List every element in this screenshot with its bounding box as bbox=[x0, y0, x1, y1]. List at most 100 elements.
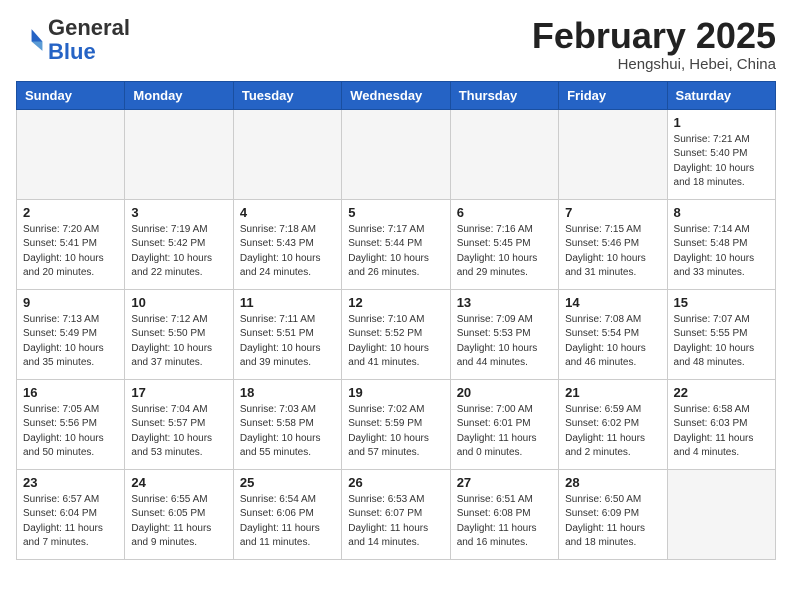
day-info: Sunrise: 7:00 AMSunset: 6:01 PMDaylight:… bbox=[457, 403, 552, 461]
month-title: February 2025 bbox=[532, 16, 776, 56]
day-number: 10 bbox=[131, 295, 226, 310]
day-info: Sunrise: 7:17 AMSunset: 5:44 PMDaylight:… bbox=[348, 223, 443, 281]
day-number: 13 bbox=[457, 295, 552, 310]
week-row-1: 1 Sunrise: 7:21 AMSunset: 5:40 PMDaylight… bbox=[17, 109, 776, 199]
day-info: Sunrise: 7:10 AMSunset: 5:52 PMDaylight:… bbox=[348, 313, 443, 371]
calendar-cell: 20 Sunrise: 7:00 AMSunset: 6:01 PMDayligh… bbox=[450, 379, 558, 469]
weekday-header-sunday: Sunday bbox=[17, 81, 125, 109]
day-info: Sunrise: 7:05 AMSunset: 5:56 PMDaylight:… bbox=[23, 403, 118, 461]
day-number: 14 bbox=[565, 295, 660, 310]
day-info: Sunrise: 7:16 AMSunset: 5:45 PMDaylight:… bbox=[457, 223, 552, 281]
calendar-cell: 13 Sunrise: 7:09 AMSunset: 5:53 PMDayligh… bbox=[450, 289, 558, 379]
day-info: Sunrise: 6:57 AMSunset: 6:04 PMDaylight:… bbox=[23, 493, 118, 551]
week-row-4: 16 Sunrise: 7:05 AMSunset: 5:56 PMDayligh… bbox=[17, 379, 776, 469]
day-number: 19 bbox=[348, 385, 443, 400]
day-number: 8 bbox=[674, 205, 769, 220]
calendar-cell bbox=[667, 469, 775, 559]
day-number: 23 bbox=[23, 475, 118, 490]
header: General Blue February 2025 Hengshui, Heb… bbox=[16, 16, 776, 73]
calendar-cell: 15 Sunrise: 7:07 AMSunset: 5:55 PMDayligh… bbox=[667, 289, 775, 379]
day-info: Sunrise: 7:02 AMSunset: 5:59 PMDaylight:… bbox=[348, 403, 443, 461]
calendar-cell: 9 Sunrise: 7:13 AMSunset: 5:49 PMDaylight… bbox=[17, 289, 125, 379]
calendar-table: SundayMondayTuesdayWednesdayThursdayFrid… bbox=[16, 81, 776, 560]
calendar-cell: 8 Sunrise: 7:14 AMSunset: 5:48 PMDaylight… bbox=[667, 199, 775, 289]
day-number: 2 bbox=[23, 205, 118, 220]
title-area: February 2025 Hengshui, Hebei, China bbox=[532, 16, 776, 73]
day-number: 7 bbox=[565, 205, 660, 220]
day-number: 25 bbox=[240, 475, 335, 490]
calendar-cell bbox=[450, 109, 558, 199]
logo-text: General Blue bbox=[48, 16, 130, 64]
day-number: 5 bbox=[348, 205, 443, 220]
day-info: Sunrise: 7:09 AMSunset: 5:53 PMDaylight:… bbox=[457, 313, 552, 371]
day-info: Sunrise: 7:13 AMSunset: 5:49 PMDaylight:… bbox=[23, 313, 118, 371]
day-number: 24 bbox=[131, 475, 226, 490]
calendar-cell: 22 Sunrise: 6:58 AMSunset: 6:03 PMDayligh… bbox=[667, 379, 775, 469]
day-number: 9 bbox=[23, 295, 118, 310]
location-subtitle: Hengshui, Hebei, China bbox=[532, 56, 776, 73]
calendar-cell: 21 Sunrise: 6:59 AMSunset: 6:02 PMDayligh… bbox=[559, 379, 667, 469]
day-info: Sunrise: 7:03 AMSunset: 5:58 PMDaylight:… bbox=[240, 403, 335, 461]
day-info: Sunrise: 7:14 AMSunset: 5:48 PMDaylight:… bbox=[674, 223, 769, 281]
weekday-header-tuesday: Tuesday bbox=[233, 81, 341, 109]
day-info: Sunrise: 6:50 AMSunset: 6:09 PMDaylight:… bbox=[565, 493, 660, 551]
day-info: Sunrise: 6:58 AMSunset: 6:03 PMDaylight:… bbox=[674, 403, 769, 461]
weekday-header-wednesday: Wednesday bbox=[342, 81, 450, 109]
calendar-cell: 16 Sunrise: 7:05 AMSunset: 5:56 PMDayligh… bbox=[17, 379, 125, 469]
day-info: Sunrise: 7:20 AMSunset: 5:41 PMDaylight:… bbox=[23, 223, 118, 281]
calendar-cell: 3Sunrise: 7:19 AMSunset: 5:42 PMDaylight… bbox=[125, 199, 233, 289]
day-number: 18 bbox=[240, 385, 335, 400]
day-number: 15 bbox=[674, 295, 769, 310]
calendar-cell: 19 Sunrise: 7:02 AMSunset: 5:59 PMDayligh… bbox=[342, 379, 450, 469]
calendar-cell: 7 Sunrise: 7:15 AMSunset: 5:46 PMDaylight… bbox=[559, 199, 667, 289]
day-number: 12 bbox=[348, 295, 443, 310]
day-info: Sunrise: 7:21 AMSunset: 5:40 PMDaylight:… bbox=[674, 133, 769, 191]
day-number: 4 bbox=[240, 205, 335, 220]
day-info: Sunrise: 7:15 AMSunset: 5:46 PMDaylight:… bbox=[565, 223, 660, 281]
day-number: 3 bbox=[131, 205, 226, 220]
day-info: Sunrise: 7:07 AMSunset: 5:55 PMDaylight:… bbox=[674, 313, 769, 371]
day-info: Sunrise: 7:08 AMSunset: 5:54 PMDaylight:… bbox=[565, 313, 660, 371]
calendar-cell: 18 Sunrise: 7:03 AMSunset: 5:58 PMDayligh… bbox=[233, 379, 341, 469]
weekday-header-saturday: Saturday bbox=[667, 81, 775, 109]
calendar-cell: 5 Sunrise: 7:17 AMSunset: 5:44 PMDaylight… bbox=[342, 199, 450, 289]
day-info: Sunrise: 7:18 AMSunset: 5:43 PMDaylight:… bbox=[240, 223, 335, 281]
calendar-cell bbox=[233, 109, 341, 199]
day-number: 1 bbox=[674, 115, 769, 130]
calendar-cell: 2 Sunrise: 7:20 AMSunset: 5:41 PMDaylight… bbox=[17, 199, 125, 289]
day-number: 16 bbox=[23, 385, 118, 400]
day-info: Sunrise: 6:54 AMSunset: 6:06 PMDaylight:… bbox=[240, 493, 335, 551]
day-info: Sunrise: 6:51 AMSunset: 6:08 PMDaylight:… bbox=[457, 493, 552, 551]
calendar-cell: 26Sunrise: 6:53 AMSunset: 6:07 PMDayligh… bbox=[342, 469, 450, 559]
calendar-cell: 25 Sunrise: 6:54 AMSunset: 6:06 PMDayligh… bbox=[233, 469, 341, 559]
week-row-5: 23 Sunrise: 6:57 AMSunset: 6:04 PMDayligh… bbox=[17, 469, 776, 559]
weekday-header-row: SundayMondayTuesdayWednesdayThursdayFrid… bbox=[17, 81, 776, 109]
day-number: 22 bbox=[674, 385, 769, 400]
day-info: Sunrise: 7:11 AMSunset: 5:51 PMDaylight:… bbox=[240, 313, 335, 371]
weekday-header-thursday: Thursday bbox=[450, 81, 558, 109]
day-number: 20 bbox=[457, 385, 552, 400]
calendar-cell: 27 Sunrise: 6:51 AMSunset: 6:08 PMDayligh… bbox=[450, 469, 558, 559]
calendar-cell: 4 Sunrise: 7:18 AMSunset: 5:43 PMDaylight… bbox=[233, 199, 341, 289]
day-info: Sunrise: 6:59 AMSunset: 6:02 PMDaylight:… bbox=[565, 403, 660, 461]
calendar-cell: 12 Sunrise: 7:10 AMSunset: 5:52 PMDayligh… bbox=[342, 289, 450, 379]
calendar-cell: 23 Sunrise: 6:57 AMSunset: 6:04 PMDayligh… bbox=[17, 469, 125, 559]
day-number: 27 bbox=[457, 475, 552, 490]
logo: General Blue bbox=[16, 16, 130, 64]
calendar-cell: 10 Sunrise: 7:12 AMSunset: 5:50 PMDayligh… bbox=[125, 289, 233, 379]
day-info: Sunrise: 7:12 AMSunset: 5:50 PMDaylight:… bbox=[131, 313, 226, 371]
week-row-2: 2 Sunrise: 7:20 AMSunset: 5:41 PMDaylight… bbox=[17, 199, 776, 289]
calendar-cell bbox=[342, 109, 450, 199]
calendar-cell bbox=[559, 109, 667, 199]
day-number: 6 bbox=[457, 205, 552, 220]
day-number: 21 bbox=[565, 385, 660, 400]
calendar-cell: 1 Sunrise: 7:21 AMSunset: 5:40 PMDaylight… bbox=[667, 109, 775, 199]
week-row-3: 9 Sunrise: 7:13 AMSunset: 5:49 PMDaylight… bbox=[17, 289, 776, 379]
calendar-cell: 14 Sunrise: 7:08 AMSunset: 5:54 PMDayligh… bbox=[559, 289, 667, 379]
logo-general: General bbox=[48, 15, 130, 40]
day-info: Sunrise: 6:55 AMSunset: 6:05 PMDaylight:… bbox=[131, 493, 226, 551]
weekday-header-friday: Friday bbox=[559, 81, 667, 109]
logo-icon bbox=[16, 26, 44, 54]
day-number: 26 bbox=[348, 475, 443, 490]
calendar-cell: 6 Sunrise: 7:16 AMSunset: 5:45 PMDaylight… bbox=[450, 199, 558, 289]
